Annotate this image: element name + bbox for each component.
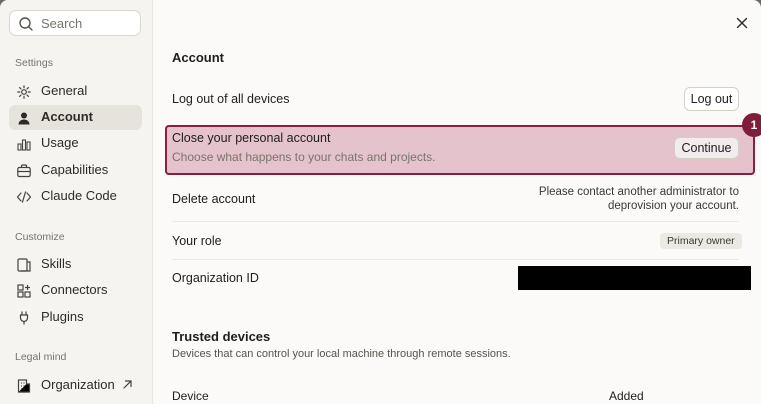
sidebar-item-organization[interactable]: Organization (9, 373, 142, 398)
trusted-devices-description: Devices that can control your local mach… (172, 348, 511, 360)
search-placeholder: Search (41, 16, 83, 31)
sidebar-item-account[interactable]: Account (9, 105, 142, 130)
user-icon (18, 112, 30, 125)
sidebar-item-plugins[interactable]: Plugins (9, 305, 142, 330)
column-header-added: Added (609, 389, 644, 403)
sidebar-item-claude-code[interactable]: Claude Code (9, 184, 142, 209)
sidebar-item-label: Plugins (41, 309, 84, 324)
sidebar-item-label: Claude Code (41, 188, 117, 203)
sidebar: Search Settings General Account Usage Ca… (0, 0, 153, 404)
sidebar-item-label: General (41, 83, 88, 98)
close-account-label: Close your personal account (172, 131, 331, 145)
logout-all-label: Log out of all devices (172, 92, 290, 106)
delete-account-note-line2: deprovision your account. (607, 200, 739, 212)
annotation-marker: 1 (742, 113, 761, 137)
sidebar-item-label: Connectors (41, 282, 108, 297)
external-link-icon (123, 380, 132, 389)
section-title-trusted-devices: Trusted devices (172, 329, 271, 344)
plug-icon (19, 311, 29, 325)
continue-button[interactable]: Continue (674, 137, 739, 159)
close-account-description: Choose what happens to your chats and pr… (172, 150, 436, 164)
sidebar-item-capabilities[interactable]: Capabilities (9, 158, 142, 183)
section-title-account: Account (172, 50, 224, 65)
building-icon (17, 379, 31, 393)
search-input[interactable]: Search (9, 10, 141, 36)
divider (172, 259, 739, 260)
skills-icon (17, 258, 31, 272)
sidebar-item-label: Capabilities (41, 162, 109, 177)
logout-button[interactable]: Log out (684, 87, 739, 111)
settings-dialog: Search Settings General Account Usage Ca… (0, 0, 761, 404)
close-icon[interactable] (735, 16, 749, 30)
code-icon (16, 191, 32, 203)
delete-account-label: Delete account (172, 192, 256, 206)
divider (172, 221, 739, 222)
sidebar-item-label: Skills (41, 256, 72, 271)
org-id-label: Organization ID (172, 271, 259, 285)
section-settings: Settings (15, 57, 53, 69)
column-header-device: Device (172, 389, 209, 403)
delete-account-note: Please contact another administrator to … (539, 185, 739, 213)
sidebar-item-skills[interactable]: Skills (9, 252, 142, 277)
section-customize: Customize (15, 231, 65, 243)
connectors-icon (17, 284, 31, 298)
section-legal: Legal mind (15, 351, 67, 363)
sidebar-item-usage[interactable]: Usage (9, 131, 142, 156)
sidebar-item-general[interactable]: General (9, 79, 142, 104)
sidebar-item-label: Usage (41, 135, 79, 150)
role-badge: Primary owner (660, 233, 742, 249)
sidebar-item-connectors[interactable]: Connectors (9, 278, 142, 303)
briefcase-icon (17, 164, 31, 178)
gear-icon (17, 85, 31, 99)
sidebar-item-label: Account (41, 109, 93, 124)
search-icon (19, 17, 33, 31)
sidebar-item-label: Organization (41, 377, 115, 392)
org-id-redacted-value (518, 266, 751, 290)
main-panel: Account Log out of all devices Log out C… (153, 0, 761, 404)
bar-chart-icon (17, 139, 31, 151)
role-label: Your role (172, 234, 222, 248)
delete-account-note-line1: Please contact another administrator to (538, 186, 739, 198)
